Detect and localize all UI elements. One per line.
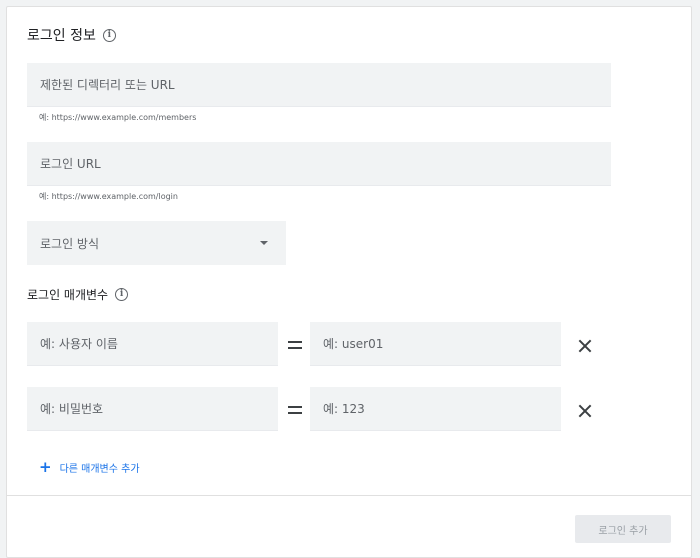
- login-url-hint: 예: https://www.example.com/login: [39, 192, 178, 201]
- param-name-input[interactable]: [40, 401, 278, 416]
- param-name-field[interactable]: [27, 322, 278, 366]
- add-param-label: 다른 매개변수 추가: [59, 464, 140, 475]
- login-settings-card: 로그인 정보 i 예: https://www.example.com/memb…: [6, 6, 692, 558]
- info-icon[interactable]: i: [115, 288, 129, 301]
- plus-icon: +: [39, 458, 52, 476]
- restricted-directory-field[interactable]: [27, 63, 611, 107]
- param-value-field[interactable]: [310, 322, 561, 366]
- param-name-input[interactable]: [40, 336, 278, 351]
- login-method-dropdown[interactable]: 로그인 방식: [27, 221, 286, 265]
- login-method-label: 로그인 방식: [40, 236, 100, 251]
- restricted-directory-input[interactable]: [40, 77, 611, 92]
- login-url-input[interactable]: [40, 156, 611, 171]
- login-params-title-text: 로그인 매개변수: [27, 288, 109, 302]
- dropdown-arrow-icon: [260, 241, 268, 245]
- param-value-input[interactable]: [323, 401, 561, 416]
- info-icon[interactable]: i: [102, 28, 116, 42]
- login-info-title-text: 로그인 정보: [27, 28, 96, 44]
- restricted-directory-hint: 예: https://www.example.com/members: [39, 113, 197, 122]
- close-icon[interactable]: [577, 403, 593, 419]
- equals-icon: [288, 406, 302, 414]
- footer-divider: [7, 495, 691, 496]
- add-param-button[interactable]: + 다른 매개변수 추가: [39, 458, 140, 476]
- login-params-title: 로그인 매개변수 i: [27, 286, 129, 303]
- param-value-input[interactable]: [323, 336, 561, 351]
- close-icon[interactable]: [577, 338, 593, 354]
- equals-icon: [288, 341, 302, 349]
- param-name-field[interactable]: [27, 387, 278, 431]
- add-login-button[interactable]: 로그인 추가: [575, 515, 671, 543]
- login-info-title: 로그인 정보 i: [27, 25, 116, 45]
- login-url-field[interactable]: [27, 142, 611, 186]
- param-value-field[interactable]: [310, 387, 561, 431]
